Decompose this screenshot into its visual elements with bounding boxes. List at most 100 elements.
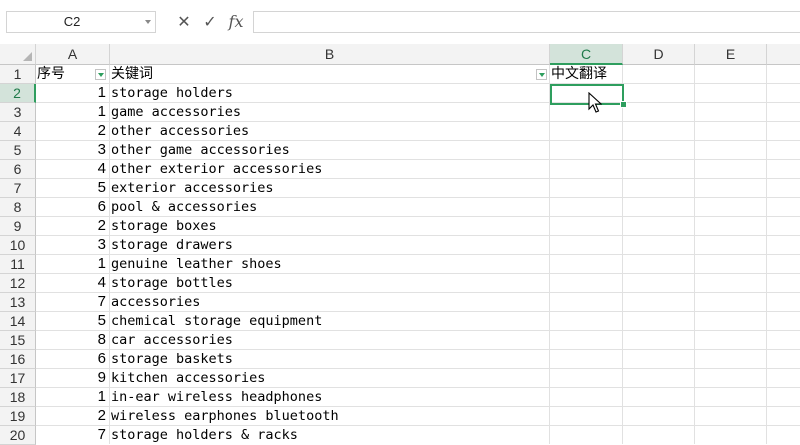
cell-d[interactable] xyxy=(623,160,695,179)
cell-index[interactable]: 2 xyxy=(36,217,110,236)
cell-keyword[interactable]: accessories xyxy=(110,293,550,312)
cell-keyword[interactable]: storage holders xyxy=(110,84,550,103)
cell-e[interactable] xyxy=(695,312,767,331)
cell-translation[interactable] xyxy=(550,293,623,312)
cell-f[interactable] xyxy=(767,312,800,331)
cell-index[interactable]: 6 xyxy=(36,198,110,217)
cell-translation[interactable] xyxy=(550,274,623,293)
row-header[interactable]: 14 xyxy=(0,312,36,331)
cell-e[interactable] xyxy=(695,103,767,122)
cell-d[interactable] xyxy=(623,84,695,103)
cell-index[interactable]: 3 xyxy=(36,236,110,255)
row-header[interactable]: 3 xyxy=(0,103,36,122)
cell-e[interactable] xyxy=(695,122,767,141)
cell-e[interactable] xyxy=(695,141,767,160)
cell-d[interactable] xyxy=(623,236,695,255)
cell-e1[interactable] xyxy=(695,65,767,84)
column-header-e[interactable]: E xyxy=(695,44,767,65)
cell-keyword[interactable]: genuine leather shoes xyxy=(110,255,550,274)
cell-translation[interactable] xyxy=(550,331,623,350)
cell-translation[interactable] xyxy=(550,103,623,122)
cell-e[interactable] xyxy=(695,407,767,426)
cell-translation[interactable] xyxy=(550,198,623,217)
cell-d[interactable] xyxy=(623,331,695,350)
cell-d[interactable] xyxy=(623,141,695,160)
cell-f[interactable] xyxy=(767,179,800,198)
row-header[interactable]: 4 xyxy=(0,122,36,141)
insert-function-icon[interactable]: fx xyxy=(226,11,246,33)
cell-keyword[interactable]: storage drawers xyxy=(110,236,550,255)
row-header[interactable]: 6 xyxy=(0,160,36,179)
cell-d[interactable] xyxy=(623,426,695,444)
cell-e[interactable] xyxy=(695,293,767,312)
row-header[interactable]: 11 xyxy=(0,255,36,274)
cell-index[interactable]: 4 xyxy=(36,274,110,293)
name-box-dropdown-icon[interactable] xyxy=(145,20,151,24)
cell-e[interactable] xyxy=(695,160,767,179)
cell-translation[interactable] xyxy=(550,160,623,179)
cell-translation[interactable] xyxy=(550,236,623,255)
row-header[interactable]: 13 xyxy=(0,293,36,312)
formula-input[interactable] xyxy=(253,11,800,33)
row-header[interactable]: 8 xyxy=(0,198,36,217)
cell-index[interactable]: 2 xyxy=(36,407,110,426)
column-header-c[interactable]: C xyxy=(550,44,623,65)
cell-keyword[interactable]: other game accessories xyxy=(110,141,550,160)
cell-a1[interactable]: 序号 xyxy=(36,65,110,84)
cell-d[interactable] xyxy=(623,255,695,274)
cell-index[interactable]: 2 xyxy=(36,122,110,141)
cell-index[interactable]: 9 xyxy=(36,369,110,388)
cell-f[interactable] xyxy=(767,331,800,350)
cell-index[interactable]: 5 xyxy=(36,179,110,198)
cell-f[interactable] xyxy=(767,103,800,122)
cell-keyword[interactable]: storage baskets xyxy=(110,350,550,369)
row-header[interactable]: 7 xyxy=(0,179,36,198)
cell-d[interactable] xyxy=(623,369,695,388)
cell-f[interactable] xyxy=(767,141,800,160)
confirm-icon[interactable]: ✓ xyxy=(200,11,220,33)
column-header-d[interactable]: D xyxy=(623,44,695,65)
cell-translation[interactable] xyxy=(550,312,623,331)
cell-keyword[interactable]: pool & accessories xyxy=(110,198,550,217)
cell-keyword[interactable]: in-ear wireless headphones xyxy=(110,388,550,407)
row-header[interactable]: 17 xyxy=(0,369,36,388)
cell-translation[interactable] xyxy=(550,255,623,274)
cell-f[interactable] xyxy=(767,236,800,255)
cell-translation[interactable] xyxy=(550,141,623,160)
cell-e[interactable] xyxy=(695,84,767,103)
cell-f[interactable] xyxy=(767,293,800,312)
cell-translation[interactable] xyxy=(550,426,623,444)
cell-f[interactable] xyxy=(767,122,800,141)
cell-keyword[interactable]: other exterior accessories xyxy=(110,160,550,179)
cell-e[interactable] xyxy=(695,179,767,198)
cell-e[interactable] xyxy=(695,331,767,350)
cell-keyword[interactable]: other accessories xyxy=(110,122,550,141)
row-header[interactable]: 9 xyxy=(0,217,36,236)
sheet-grid[interactable]: 序号 关键词 中文翻译 1 storage holders 1 game access… xyxy=(36,65,800,444)
cell-f[interactable] xyxy=(767,388,800,407)
cell-e[interactable] xyxy=(695,217,767,236)
cell-f1[interactable] xyxy=(767,65,800,84)
row-header[interactable]: 15 xyxy=(0,331,36,350)
cell-index[interactable]: 1 xyxy=(36,388,110,407)
cell-index[interactable]: 4 xyxy=(36,160,110,179)
cell-e[interactable] xyxy=(695,369,767,388)
row-header[interactable]: 18 xyxy=(0,388,36,407)
cell-f[interactable] xyxy=(767,274,800,293)
cell-e[interactable] xyxy=(695,388,767,407)
cell-translation[interactable] xyxy=(550,407,623,426)
cell-e[interactable] xyxy=(695,426,767,444)
cell-index[interactable]: 7 xyxy=(36,426,110,444)
active-cell-c2[interactable] xyxy=(550,84,624,105)
cell-keyword[interactable]: car accessories xyxy=(110,331,550,350)
cell-d[interactable] xyxy=(623,198,695,217)
cell-index[interactable]: 6 xyxy=(36,350,110,369)
select-all-corner[interactable] xyxy=(0,44,36,65)
cell-f[interactable] xyxy=(767,369,800,388)
cell-keyword[interactable]: game accessories xyxy=(110,103,550,122)
row-header[interactable]: 10 xyxy=(0,236,36,255)
cell-d[interactable] xyxy=(623,179,695,198)
cancel-icon[interactable]: ✕ xyxy=(174,11,194,33)
cell-d[interactable] xyxy=(623,103,695,122)
cell-index[interactable]: 7 xyxy=(36,293,110,312)
